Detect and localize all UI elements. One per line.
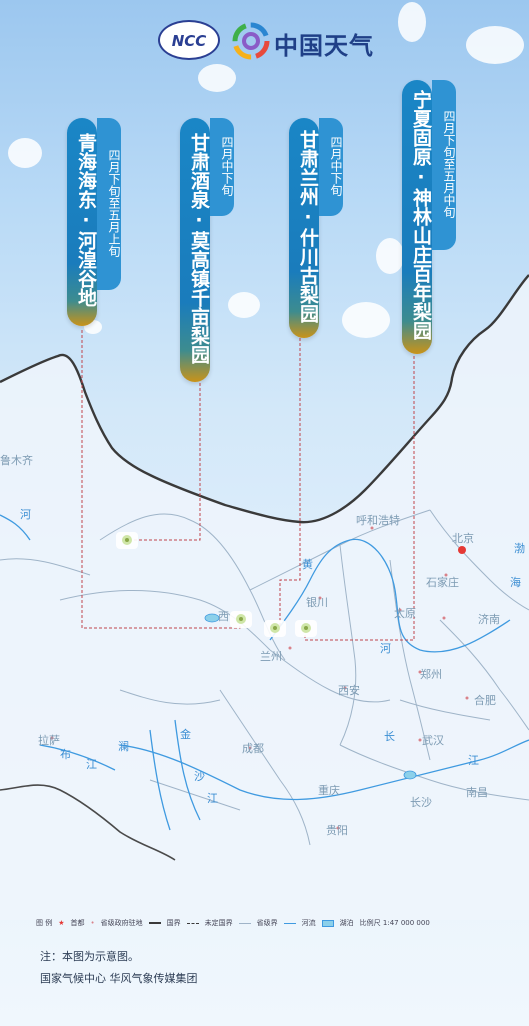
pin-lanzhou-name: 甘肃兰州·什川古梨园 <box>289 118 319 338</box>
city-jinan: 济南 <box>478 613 500 626</box>
river-label-he1: 河 <box>20 508 31 521</box>
river-label-he2: 河 <box>380 642 391 655</box>
pin-haidong-date: 四月下旬至五月上旬 <box>97 118 121 290</box>
legend-provincial: 省级政府驻地 <box>100 919 143 927</box>
legend-lake-box <box>321 919 334 927</box>
blossom-marker-jiuquan <box>116 532 138 549</box>
ncc-logo: NCC <box>158 20 220 60</box>
city-yinchuan: 银川 <box>306 596 328 609</box>
land-region <box>0 275 529 920</box>
petal <box>198 64 236 92</box>
legend-capital-symbol: ★ <box>58 919 65 927</box>
city-wulumuqi: 鲁木齐 <box>0 454 33 467</box>
petal <box>8 138 42 168</box>
river-label-chang: 长 <box>384 730 395 743</box>
legend-undefined-border: 未定国界 <box>204 919 233 927</box>
petal <box>342 302 390 338</box>
city-nanchang: 南昌 <box>466 786 488 799</box>
pin-guyuan-name: 宁夏固原·神林山庄百年梨园 <box>402 80 432 354</box>
beijing-capital-marker <box>458 546 466 554</box>
city-xian: 西安 <box>338 684 360 697</box>
pin-jiuquan-name: 甘肃酒泉·莫高镇千亩梨园 <box>180 118 210 382</box>
pin-haidong: 青海海东·河湟谷地 四月下旬至五月上旬 <box>67 118 121 326</box>
legend-province-line <box>238 922 251 924</box>
footer-note: 注：本图为示意图。 <box>40 950 139 963</box>
river-label-huang: 黄 <box>302 558 313 571</box>
legend-provincial-symbol: • <box>90 919 95 927</box>
pin-lanzhou-date: 四月中下旬 <box>319 118 343 216</box>
legend-lake: 湖泊 <box>339 919 354 927</box>
river-label-bu: 布 <box>60 748 71 761</box>
river-label-bo: 渤 <box>514 542 525 555</box>
city-chengdu: 成都 <box>242 742 264 755</box>
lake-dongting <box>403 770 417 780</box>
city-changsha: 长沙 <box>410 796 432 809</box>
city-shijiazhuang: 石家庄 <box>426 576 459 589</box>
cma-logo-text: 中国天气 <box>274 32 374 60</box>
legend-river: 河流 <box>301 919 316 927</box>
city-huhehaote: 呼和浩特 <box>356 514 400 527</box>
river-label-hai: 海 <box>510 576 521 589</box>
cma-swirl-icon <box>232 22 270 60</box>
legend-province-border: 省级界 <box>256 919 278 927</box>
river-label-lancang: 澜 <box>118 740 129 753</box>
legend-border: 国界 <box>166 919 181 927</box>
city-guiyang: 贵阳 <box>326 824 348 837</box>
legend-capital: 首都 <box>70 919 85 927</box>
legend-river-line <box>283 922 296 924</box>
city-wuhan: 武汉 <box>422 734 444 747</box>
petal <box>376 238 404 274</box>
legend-title: 图 例 <box>36 919 53 927</box>
river-label-jin: 金 <box>180 728 191 741</box>
pin-jiuquan-date: 四月中下旬 <box>210 118 234 216</box>
city-taiyuan: 太原 <box>394 607 416 620</box>
city-lasa: 拉萨 <box>38 734 60 747</box>
city-chongqing: 重庆 <box>318 784 340 797</box>
legend-undefined-line <box>186 922 199 924</box>
pin-guyuan-date: 四月下旬至五月中旬 <box>432 80 456 250</box>
pin-jiuquan: 甘肃酒泉·莫高镇千亩梨园 四月中下旬 <box>180 118 234 382</box>
blossom-marker-haidong <box>230 611 252 628</box>
city-zhengzhou: 郑州 <box>420 668 442 681</box>
river-label-jiang3: 江 <box>207 792 218 805</box>
city-lanzhou: 兰州 <box>260 650 282 663</box>
pin-lanzhou: 甘肃兰州·什川古梨园 四月中下旬 <box>289 118 343 338</box>
city-xining: 西 <box>218 610 229 623</box>
river-label-jiang1: 江 <box>468 754 479 767</box>
blossom-marker-lanzhou <box>264 620 286 637</box>
poster: NCC 中国天气 青海海东·河湟谷地 四月下旬至五月上旬 甘肃酒泉·莫高镇千亩梨… <box>0 0 529 1026</box>
river-label-jiang2: 江 <box>86 758 97 771</box>
city-beijing: 北京 <box>452 532 474 545</box>
footer-credit: 国家气候中心 华风气象传媒集团 <box>40 972 198 985</box>
pin-haidong-name: 青海海东·河湟谷地 <box>67 118 97 326</box>
legend-scale: 比例尺 1:47 000 000 <box>359 919 430 927</box>
pin-guyuan: 宁夏固原·神林山庄百年梨园 四月下旬至五月中旬 <box>402 80 456 354</box>
map-legend: 图 例 ★ 首都 • 省级政府驻地 国界 未定国界 省级界 河流 湖泊 比例尺 … <box>36 918 430 928</box>
lake-qinghai <box>204 613 220 623</box>
legend-border-line <box>148 922 161 924</box>
logo-row: NCC 中国天气 <box>0 20 529 64</box>
blossom-marker-guyuan <box>295 620 317 637</box>
river-label-sha: 沙 <box>194 770 205 783</box>
city-hefei: 合肥 <box>474 694 496 707</box>
